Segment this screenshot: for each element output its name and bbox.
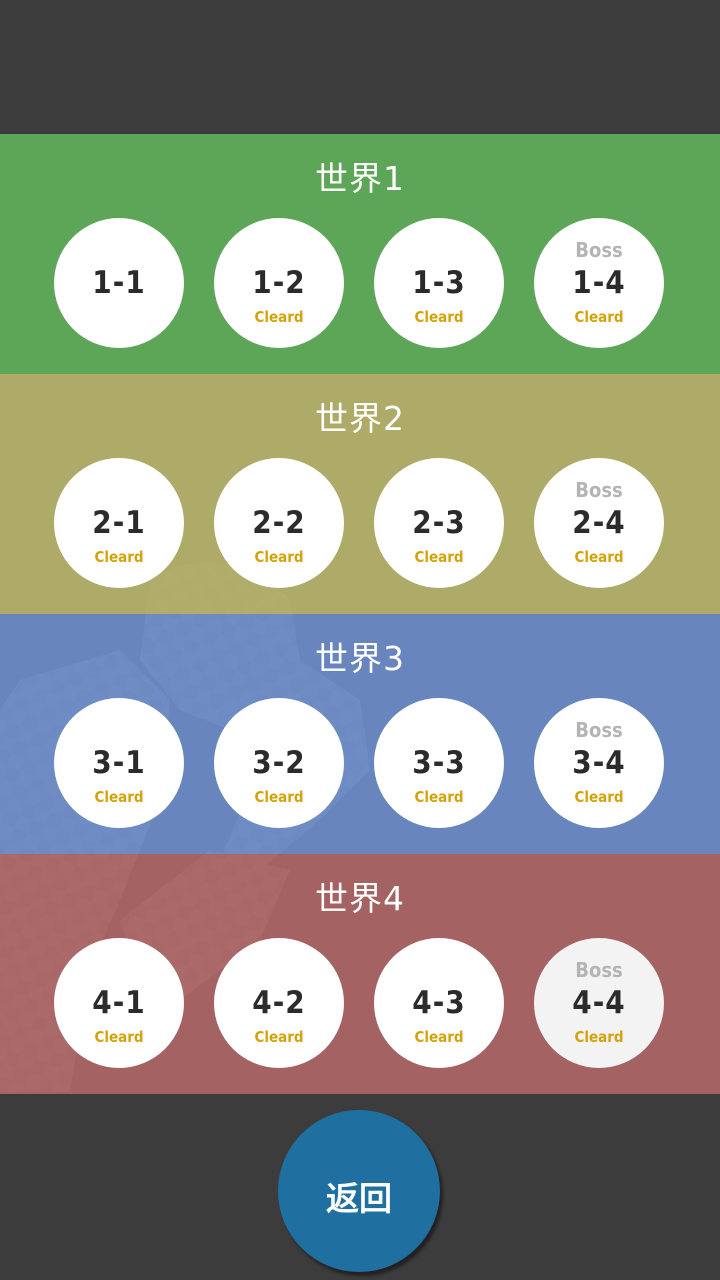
stage-status: Cleard bbox=[254, 788, 304, 806]
stage-status: Cleard bbox=[94, 548, 144, 566]
stage-status: Cleard bbox=[254, 548, 304, 566]
stage-select-screen: 世界1 1-1 1-2 Cleard 1-3 Cleard Boss 1-4 Cleard 世界2… bbox=[0, 0, 720, 1280]
stage-button-3-1[interactable]: 3-1 Cleard bbox=[54, 698, 184, 828]
stage-status: Cleard bbox=[414, 1028, 464, 1046]
stage-number: 2-3 bbox=[412, 505, 466, 541]
stage-number: 2-2 bbox=[252, 505, 306, 541]
stage-button-3-4[interactable]: Boss 3-4 Cleard bbox=[534, 698, 664, 828]
world-band-4: 世界4 4-1 Cleard 4-2 Cleard 4-3 Cleard Boss 4-4 Cle… bbox=[0, 854, 720, 1094]
world-band-2: 世界2 2-1 Cleard 2-2 Cleard 2-3 Cleard Boss 2-4 Cle… bbox=[0, 374, 720, 614]
stage-button-4-2[interactable]: 4-2 Cleard bbox=[214, 938, 344, 1068]
stage-number: 2-1 bbox=[92, 505, 146, 541]
stage-button-1-1[interactable]: 1-1 bbox=[54, 218, 184, 348]
stage-number: 4-1 bbox=[92, 985, 146, 1021]
stage-number: 3-4 bbox=[572, 745, 626, 781]
stage-status: Cleard bbox=[414, 788, 464, 806]
back-button[interactable]: 返回 bbox=[278, 1110, 440, 1272]
world-title: 世界3 bbox=[315, 639, 405, 678]
back-button-label: 返回 bbox=[326, 1179, 392, 1218]
stage-number: 4-2 bbox=[252, 985, 306, 1021]
stage-button-1-3[interactable]: 1-3 Cleard bbox=[374, 218, 504, 348]
stage-status: Cleard bbox=[574, 548, 624, 566]
stage-button-2-4[interactable]: Boss 2-4 Cleard bbox=[534, 458, 664, 588]
stage-status: Cleard bbox=[414, 548, 464, 566]
stage-number: 1-4 bbox=[572, 265, 626, 301]
stage-status: Cleard bbox=[414, 308, 464, 326]
stage-number: 1-1 bbox=[92, 265, 146, 301]
stage-number: 3-1 bbox=[92, 745, 146, 781]
world-title: 世界4 bbox=[315, 879, 405, 918]
stage-number: 3-2 bbox=[252, 745, 306, 781]
stage-number: 3-3 bbox=[412, 745, 466, 781]
stage-status: Cleard bbox=[574, 308, 624, 326]
world-band-3: 世界3 3-1 Cleard 3-2 Cleard 3-3 Cleard Boss 3-4 Cle… bbox=[0, 614, 720, 854]
stage-button-4-4[interactable]: Boss 4-4 Cleard bbox=[534, 938, 664, 1068]
stage-button-3-3[interactable]: 3-3 Cleard bbox=[374, 698, 504, 828]
boss-label: Boss bbox=[575, 718, 623, 742]
stage-number: 1-3 bbox=[412, 265, 466, 301]
stage-number: 1-2 bbox=[252, 265, 306, 301]
stage-status: Cleard bbox=[94, 1028, 144, 1046]
boss-label: Boss bbox=[575, 478, 623, 502]
world-title: 世界2 bbox=[315, 399, 405, 438]
world-band-1: 世界1 1-1 1-2 Cleard 1-3 Cleard Boss 1-4 Cleard bbox=[0, 134, 720, 374]
stage-button-1-2[interactable]: 1-2 Cleard bbox=[214, 218, 344, 348]
stage-number: 4-4 bbox=[572, 985, 626, 1021]
stage-status: Cleard bbox=[254, 308, 304, 326]
stage-button-2-1[interactable]: 2-1 Cleard bbox=[54, 458, 184, 588]
stage-button-4-1[interactable]: 4-1 Cleard bbox=[54, 938, 184, 1068]
stage-button-3-2[interactable]: 3-2 Cleard bbox=[214, 698, 344, 828]
stage-button-2-3[interactable]: 2-3 Cleard bbox=[374, 458, 504, 588]
stage-number: 2-4 bbox=[572, 505, 626, 541]
stage-button-1-4[interactable]: Boss 1-4 Cleard bbox=[534, 218, 664, 348]
stage-status: Cleard bbox=[254, 1028, 304, 1046]
stage-status: Cleard bbox=[94, 788, 144, 806]
stage-button-2-2[interactable]: 2-2 Cleard bbox=[214, 458, 344, 588]
boss-label: Boss bbox=[575, 958, 623, 982]
stage-button-4-3[interactable]: 4-3 Cleard bbox=[374, 938, 504, 1068]
stage-status: Cleard bbox=[574, 788, 624, 806]
stage-status: Cleard bbox=[574, 1028, 624, 1046]
boss-label: Boss bbox=[575, 238, 623, 262]
world-title: 世界1 bbox=[315, 159, 405, 198]
stage-number: 4-3 bbox=[412, 985, 466, 1021]
